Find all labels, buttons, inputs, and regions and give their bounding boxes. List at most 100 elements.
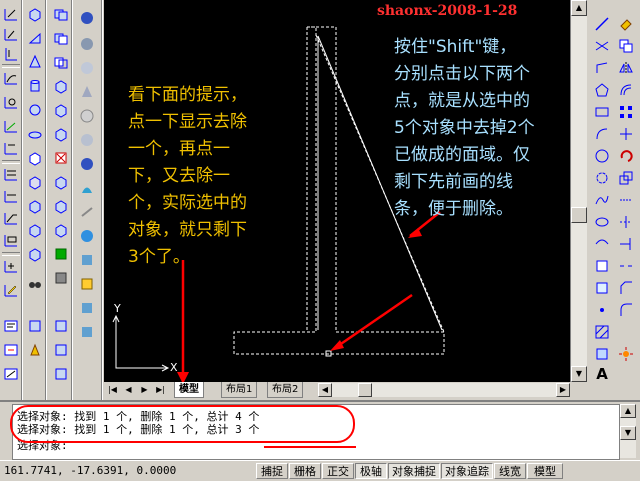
- scroll-down-arrow[interactable]: ▼: [571, 366, 587, 382]
- arc-icon[interactable]: [594, 126, 610, 142]
- fog-icon[interactable]: [79, 204, 95, 220]
- horizontal-scroll-thumb[interactable]: [358, 383, 372, 397]
- center-mark-icon[interactable]: [3, 258, 19, 274]
- break-icon[interactable]: [618, 258, 634, 274]
- separate-icon[interactable]: [53, 342, 69, 358]
- radius-dimension-icon[interactable]: [3, 70, 19, 86]
- ortho-toggle[interactable]: 正交: [322, 463, 354, 479]
- model-toggle[interactable]: 模型: [527, 463, 563, 479]
- grid-toggle[interactable]: 栅格: [289, 463, 321, 479]
- linear-dimension-icon[interactable]: [3, 6, 19, 22]
- copy-icon[interactable]: [618, 38, 634, 54]
- cylinder-icon[interactable]: [27, 78, 43, 94]
- drawing-canvas[interactable]: 看下面的提示， 点一下显示去除 一个，再点一 下，又去除一 个，实际选中的 对象…: [104, 0, 570, 382]
- intersect-icon[interactable]: [53, 54, 69, 70]
- tab-layout1[interactable]: 布局1: [221, 382, 258, 398]
- revolve-icon[interactable]: [27, 174, 43, 190]
- next-tab-button[interactable]: ▶: [138, 383, 151, 396]
- spline-icon[interactable]: [594, 192, 610, 208]
- render-icon[interactable]: [79, 36, 95, 52]
- mirror-icon[interactable]: [618, 60, 634, 76]
- ellipse-icon[interactable]: [594, 214, 610, 230]
- continue-dimension-icon[interactable]: [3, 188, 19, 204]
- tab-model[interactable]: 模型: [174, 382, 204, 398]
- ellipse-arc-icon[interactable]: [594, 236, 610, 252]
- dimension-text-edit-icon[interactable]: [3, 318, 19, 334]
- array-icon[interactable]: [618, 104, 634, 120]
- last-tab-button[interactable]: ▶|: [154, 383, 167, 396]
- dimension-edit-icon[interactable]: [3, 282, 19, 298]
- erase-icon[interactable]: [618, 16, 634, 32]
- make-block-icon[interactable]: [594, 280, 610, 296]
- stretch-icon[interactable]: [618, 192, 634, 208]
- snap-toggle[interactable]: 捕捉: [256, 463, 288, 479]
- background-icon[interactable]: [79, 180, 95, 196]
- hatch-icon[interactable]: [594, 324, 610, 340]
- baseline-dimension-icon[interactable]: [3, 166, 19, 182]
- point-icon[interactable]: [594, 302, 610, 318]
- materials-library-icon[interactable]: [79, 132, 95, 148]
- clean-icon[interactable]: [53, 318, 69, 334]
- interfere-icon[interactable]: [27, 246, 43, 262]
- wedge-icon[interactable]: [27, 30, 43, 46]
- rotate-faces-icon[interactable]: [53, 174, 69, 190]
- fillet-icon[interactable]: [618, 302, 634, 318]
- setup-view-icon[interactable]: [27, 318, 43, 334]
- line-icon[interactable]: [594, 16, 610, 32]
- polyline-icon[interactable]: [594, 60, 610, 76]
- horizontal-scrollbar[interactable]: ◀ ▶: [318, 383, 570, 397]
- slice-icon[interactable]: [27, 198, 43, 214]
- command-scrollbar[interactable]: ▲ ▼: [620, 404, 636, 458]
- explode-icon[interactable]: [618, 346, 634, 362]
- box-icon[interactable]: [27, 6, 43, 22]
- dimension-style-icon[interactable]: [3, 366, 19, 382]
- aligned-dimension-icon[interactable]: [3, 26, 19, 42]
- rectangle-icon[interactable]: [594, 104, 610, 120]
- leader-icon[interactable]: [3, 210, 19, 226]
- construction-line-icon[interactable]: [594, 38, 610, 54]
- scale-icon[interactable]: [618, 170, 634, 186]
- polar-toggle[interactable]: 极轴: [355, 463, 387, 479]
- cone-icon[interactable]: [27, 54, 43, 70]
- lights-icon[interactable]: [79, 84, 95, 100]
- trim-icon[interactable]: [618, 214, 634, 230]
- scenes-icon[interactable]: [79, 60, 95, 76]
- hide-icon[interactable]: [79, 10, 95, 26]
- polygon-icon[interactable]: [594, 82, 610, 98]
- prev-tab-button[interactable]: ◀: [122, 383, 135, 396]
- section-icon[interactable]: [27, 222, 43, 238]
- offset-icon[interactable]: [618, 82, 634, 98]
- revision-cloud-icon[interactable]: [594, 170, 610, 186]
- extend-icon[interactable]: [618, 236, 634, 252]
- extrude-faces-icon[interactable]: [53, 78, 69, 94]
- sphere-icon[interactable]: [27, 102, 43, 118]
- ordinate-dimension-icon[interactable]: [3, 46, 19, 62]
- statistics-icon[interactable]: [79, 324, 95, 340]
- copy-faces-icon[interactable]: [53, 222, 69, 238]
- new-landscape-icon[interactable]: [79, 228, 95, 244]
- rotate-icon[interactable]: [618, 148, 634, 164]
- view-camera-icon[interactable]: [27, 276, 43, 292]
- check-icon[interactable]: [53, 366, 69, 382]
- diameter-dimension-icon[interactable]: [3, 94, 19, 110]
- command-scroll-up[interactable]: ▲: [620, 404, 636, 418]
- move-icon[interactable]: [618, 126, 634, 142]
- command-scroll-down[interactable]: ▼: [620, 426, 636, 440]
- taper-faces-icon[interactable]: [53, 198, 69, 214]
- color-faces-icon[interactable]: [53, 246, 69, 262]
- lineweight-toggle[interactable]: 线宽: [494, 463, 526, 479]
- extrude-icon[interactable]: [27, 150, 43, 166]
- tolerance-icon[interactable]: [3, 232, 19, 248]
- region-icon[interactable]: [594, 346, 610, 362]
- scroll-left-arrow[interactable]: ◀: [318, 383, 332, 397]
- tab-layout2[interactable]: 布局2: [267, 382, 304, 398]
- landscape-edit-icon[interactable]: [79, 252, 95, 268]
- chamfer-icon[interactable]: [618, 280, 634, 296]
- object-tracking-toggle[interactable]: 对象追踪: [441, 463, 493, 479]
- object-snap-toggle[interactable]: 对象捕捉: [388, 463, 440, 479]
- quick-dimension-icon[interactable]: [3, 140, 19, 156]
- materials-icon[interactable]: [79, 108, 95, 124]
- scroll-right-arrow[interactable]: ▶: [556, 383, 570, 397]
- offset-faces-icon[interactable]: [53, 126, 69, 142]
- mapping-icon[interactable]: [79, 156, 95, 172]
